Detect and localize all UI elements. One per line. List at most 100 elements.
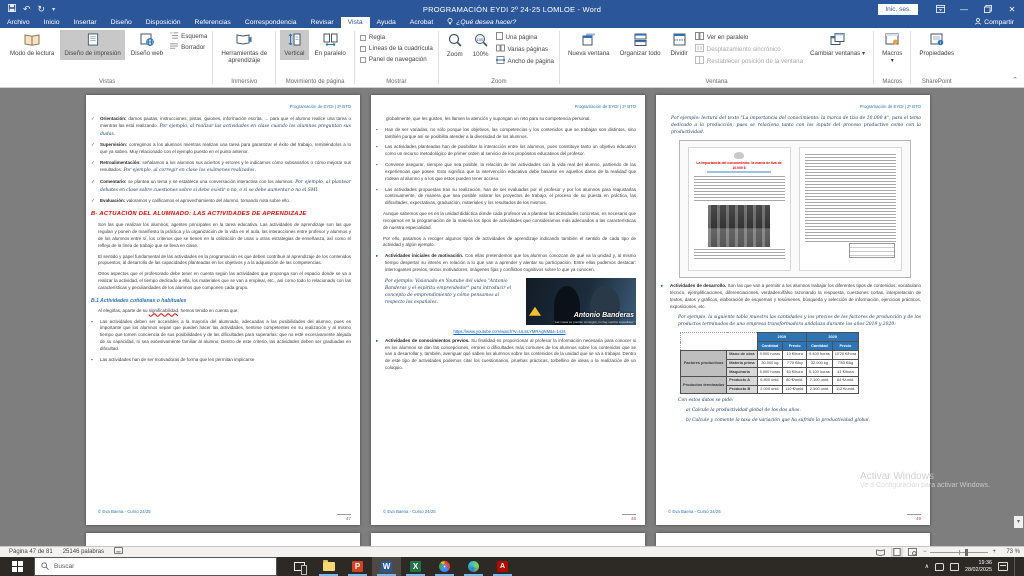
reset-window-position-button[interactable]: Restablecer posición de la ventana: [695, 56, 803, 66]
sync-scroll-button[interactable]: Desplazamiento sincrónico: [695, 44, 803, 54]
excel-icon[interactable]: X: [401, 557, 430, 576]
chat-icon[interactable]: [935, 563, 944, 571]
customize-qat-icon[interactable]: ▾: [52, 6, 55, 13]
taskbar-search-input[interactable]: Buscar: [34, 557, 277, 576]
ruler-checkbox[interactable]: Regla: [360, 34, 433, 41]
read-mode-view-icon[interactable]: [875, 548, 887, 557]
edge-browser-icon[interactable]: [459, 557, 488, 576]
scroll-down-icon[interactable]: ▾: [1014, 516, 1023, 528]
next-page-row: [86, 533, 930, 546]
close-button[interactable]: ✕: [1000, 0, 1024, 18]
read-mode-button[interactable]: Modo de lectura: [6, 30, 58, 60]
square-bullet-icon: ▪: [376, 127, 385, 141]
tab-referencias[interactable]: Referencias: [188, 17, 238, 28]
print-layout-view-icon[interactable]: [891, 548, 903, 557]
tab-revisar[interactable]: Revisar: [304, 17, 341, 28]
embedded-document-figure[interactable]: La importancia del conocimiento: la marc…: [679, 140, 911, 278]
restore-button[interactable]: [976, 0, 1000, 18]
group-label-vistas: Vistas: [5, 78, 209, 87]
page-indicator[interactable]: Página 47 de 81: [4, 549, 58, 555]
acrobat-icon[interactable]: A: [488, 557, 517, 576]
page-icon: [87, 33, 99, 48]
tab-inicio[interactable]: Inicio: [37, 17, 67, 28]
status-bar: Página 47 de 81 25146 palabras − + 73 %: [0, 546, 1024, 557]
outline-view-button[interactable]: Esquema: [170, 32, 207, 41]
print-layout-button[interactable]: Diseño de impresión: [60, 30, 124, 60]
word-icon[interactable]: W: [372, 557, 401, 576]
vertical-scrollbar[interactable]: ▾: [1014, 88, 1024, 546]
figure-mini-table: [849, 243, 895, 258]
chrome-icon[interactable]: [430, 557, 459, 576]
web-layout-button[interactable]: Diseño web: [127, 30, 167, 60]
side-by-side-icon: [695, 32, 704, 42]
multiple-pages-button[interactable]: Varias páginas: [496, 44, 554, 54]
web-layout-view-icon[interactable]: [907, 548, 919, 557]
zoom-slider[interactable]: − +: [923, 549, 996, 555]
bullet-item: ▪Las actividades deben ser accesibles a …: [91, 319, 351, 353]
zoom-percentage[interactable]: 73 %: [1000, 549, 1020, 555]
switch-windows-button[interactable]: Cambiar ventanas ▾: [806, 30, 869, 60]
tab-acrobat[interactable]: Acrobat: [403, 17, 440, 28]
word-count[interactable]: 25146 palabras: [58, 549, 109, 555]
youtube-link[interactable]: https://www.youtube.com/watch?v=ULSLYMRA…: [383, 329, 636, 334]
arrow-bullet-icon: ▸: [661, 283, 670, 310]
example-text: a) Calcule la productividad global de lo…: [686, 408, 921, 415]
bullet-list: ▪Han de ser variadas, no sólo porque los…: [383, 127, 636, 207]
undo-icon[interactable]: ↶: [23, 4, 31, 15]
ribbon-group-zoom: Zoom 100 100% Una página Varias páginas: [439, 28, 559, 87]
share-button[interactable]: Compartir: [965, 17, 1024, 28]
bullet-item: ▪Las actividades propuestas tras su real…: [376, 187, 636, 207]
collapse-ribbon-icon[interactable]: ⌃: [1012, 76, 1018, 84]
split-button[interactable]: Dividir: [667, 30, 692, 60]
ribbon-display-options-icon[interactable]: [928, 0, 952, 18]
macros-button[interactable]: Macros▾: [878, 30, 906, 67]
powerpoint-icon[interactable]: P: [343, 557, 372, 576]
file-explorer-icon[interactable]: [314, 557, 343, 576]
draft-view-button[interactable]: Borrador: [170, 43, 207, 52]
sign-in-button[interactable]: Inic. ses.: [878, 4, 918, 15]
ribbon-group-mostrar: Regla Líneas de la cuadrícula Panel de n…: [355, 28, 438, 87]
tell-me-box[interactable]: ¿Qué desea hacer?: [440, 17, 523, 28]
page-width-button[interactable]: Ancho de página: [496, 56, 554, 66]
action-center-icon[interactable]: [998, 562, 1008, 571]
tab-ayuda[interactable]: Ayuda: [370, 17, 403, 28]
zoom-in-icon[interactable]: +: [992, 549, 996, 555]
taskbar-clock[interactable]: 19:36 28/02/2025: [965, 560, 992, 574]
new-window-button[interactable]: Nueva ventana: [564, 30, 614, 60]
zoom-100-button[interactable]: 100 100%: [469, 30, 493, 61]
ribbon-group-movimiento: Vertical En paralelo Movimiento de págin…: [276, 28, 354, 87]
learning-tools-button[interactable]: Herramientas de aprendizaje: [217, 30, 271, 67]
proofing-icon[interactable]: [109, 547, 128, 557]
show-desktop-button[interactable]: [1014, 557, 1018, 576]
arrange-all-button[interactable]: Organizar todo: [616, 30, 665, 60]
task-view-icon[interactable]: [285, 557, 314, 576]
example-text: Por ejemplo: Visionado en Youtube del vi…: [385, 278, 520, 325]
properties-button[interactable]: i Propiedades: [915, 30, 958, 60]
zoom-button[interactable]: Zoom: [443, 30, 467, 61]
save-icon[interactable]: [8, 4, 16, 14]
tray-status-icon[interactable]: [950, 563, 959, 571]
minimize-button[interactable]: —: [952, 0, 976, 18]
example-text: Por ejemplo, la siguiente tabla muestra …: [678, 315, 921, 329]
side-to-side-button[interactable]: En paralelo: [311, 30, 350, 60]
youtube-video-thumbnail[interactable]: Antonio Banderas "Las cosas se pueden co…: [526, 278, 636, 325]
tab-insertar[interactable]: Insertar: [67, 17, 104, 28]
start-button[interactable]: [0, 557, 34, 576]
zoom-out-icon[interactable]: −: [923, 549, 927, 555]
tab-diseno[interactable]: Diseño: [104, 17, 139, 28]
tab-vista[interactable]: Vista: [341, 17, 370, 28]
table-row: Factores productivosMano de obra9.000 ho…: [681, 350, 859, 359]
redo-icon[interactable]: ↻: [38, 4, 46, 15]
vertical-movement-button[interactable]: Vertical: [280, 30, 308, 60]
navigation-pane-checkbox[interactable]: Panel de navegación: [360, 56, 433, 63]
window-title: PROGRAMACIÓN EYDI 2º 24-25 LOMLOE - Word: [0, 5, 1024, 14]
tab-archivo[interactable]: Archivo: [0, 17, 37, 28]
one-page-button[interactable]: Una página: [496, 32, 554, 42]
gridlines-checkbox[interactable]: Líneas de la cuadrícula: [360, 45, 433, 52]
page-stub: [371, 533, 645, 546]
zoom-slider-thumb[interactable]: [965, 549, 968, 556]
tab-correspondencia[interactable]: Correspondencia: [238, 17, 304, 28]
view-side-by-side-button[interactable]: Ver en paralelo: [695, 32, 803, 42]
tab-disposicion[interactable]: Disposición: [139, 17, 188, 28]
tray-expand-icon[interactable]: ∧: [925, 563, 929, 570]
